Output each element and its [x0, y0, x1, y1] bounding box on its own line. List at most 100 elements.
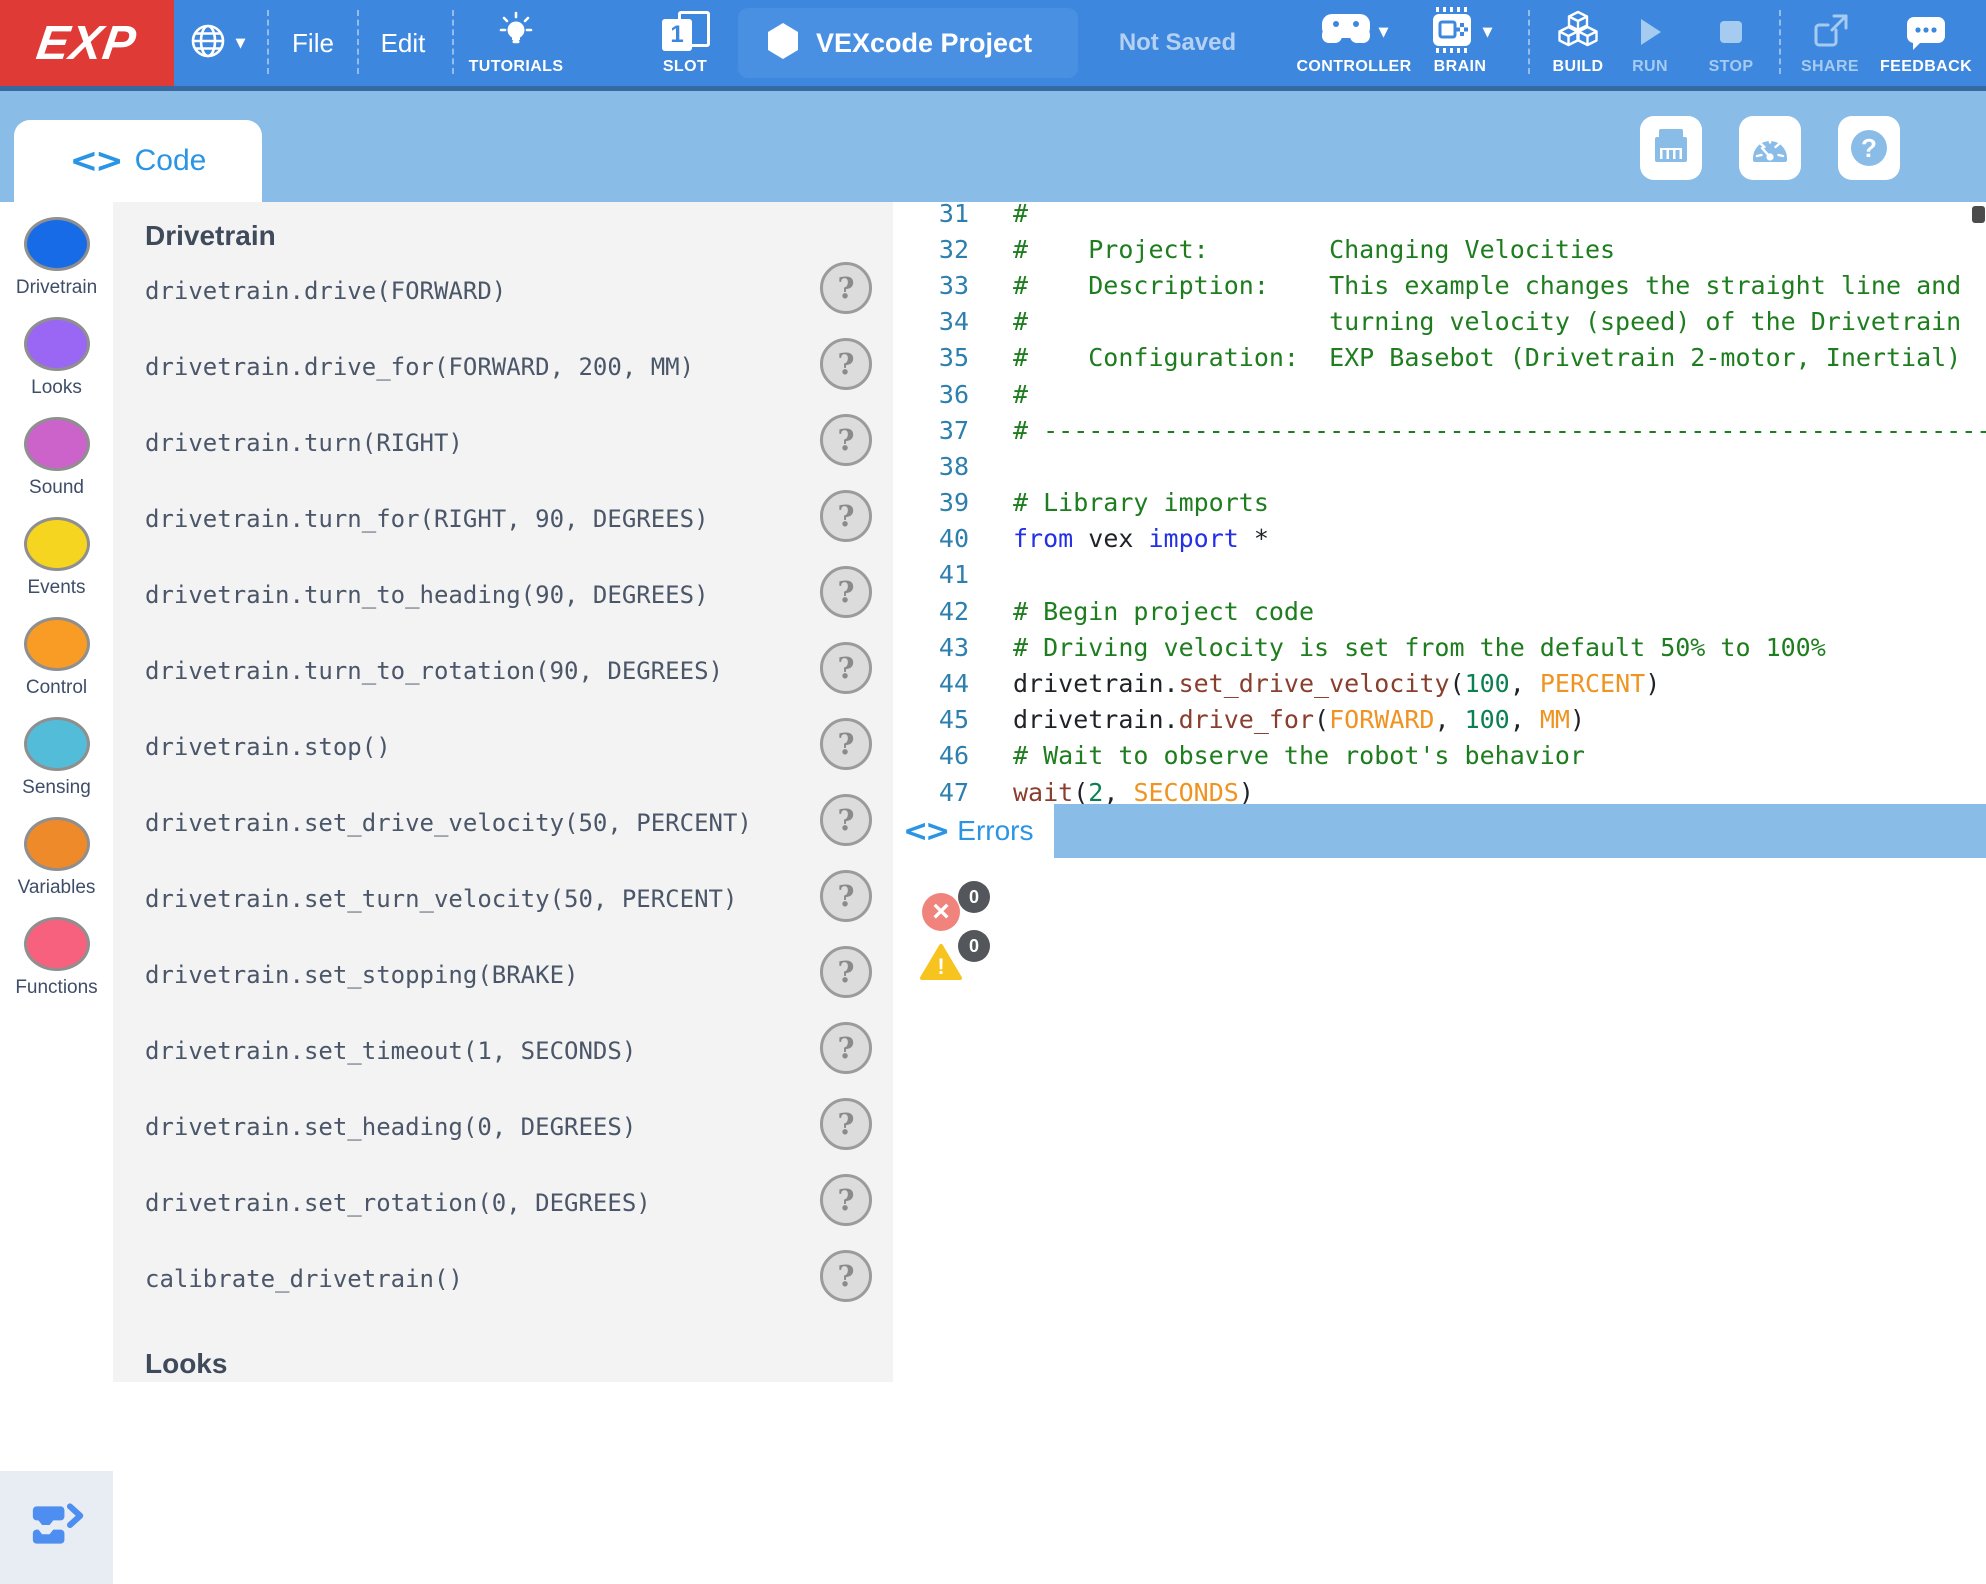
- sensing-category-icon: [24, 717, 90, 771]
- code-brackets-icon: <>: [903, 814, 947, 849]
- command-row[interactable]: drivetrain.set_timeout(1, SECONDS)?: [113, 1021, 893, 1081]
- sidebar-item-variables[interactable]: Variables: [0, 817, 113, 899]
- line-number: 45: [893, 705, 969, 734]
- stop-button[interactable]: STOP: [1686, 0, 1776, 86]
- sidebar-item-looks[interactable]: Looks: [0, 317, 113, 399]
- line-number: 43: [893, 633, 969, 662]
- command-help-button[interactable]: ?: [820, 1022, 872, 1074]
- sidebar-item-functions[interactable]: Functions: [0, 917, 113, 999]
- build-label: BUILD: [1553, 58, 1604, 76]
- share-label: SHARE: [1801, 58, 1859, 76]
- command-help-button[interactable]: ?: [820, 338, 872, 390]
- toolbar-divider: [1779, 10, 1781, 74]
- command-row[interactable]: drivetrain.set_heading(0, DEGREES)?: [113, 1097, 893, 1157]
- toolbar-divider: [452, 10, 454, 74]
- command-row[interactable]: drivetrain.set_rotation(0, DEGREES)?: [113, 1173, 893, 1233]
- blocks-toggle-icon: [26, 1499, 88, 1556]
- sidebar-item-control[interactable]: Control: [0, 617, 113, 699]
- command-help-button[interactable]: ?: [820, 870, 872, 922]
- file-menu-label: File: [292, 28, 334, 59]
- secondary-toolbar: <> Code: [0, 91, 1986, 202]
- tab-errors[interactable]: <> Errors: [893, 804, 1054, 858]
- feedback-button[interactable]: FEEDBACK: [1871, 0, 1981, 86]
- command-help-button[interactable]: ?: [820, 566, 872, 618]
- error-count-icon[interactable]: ×: [922, 893, 960, 931]
- globe-icon: [189, 22, 227, 65]
- section-title-drivetrain: Drivetrain: [145, 220, 276, 252]
- share-button[interactable]: SHARE: [1785, 0, 1875, 86]
- sidebar-item-label: Events: [27, 577, 85, 599]
- command-help-button[interactable]: ?: [820, 1250, 872, 1302]
- errors-tab-label: Errors: [957, 815, 1033, 847]
- controller-button[interactable]: ▼ CONTROLLER: [1289, 0, 1419, 86]
- line-number: 35: [893, 343, 969, 372]
- command-text: calibrate_drivetrain(): [145, 1265, 463, 1293]
- project-title-chip[interactable]: VEXcode Project: [738, 8, 1078, 78]
- switch-to-blocks-button[interactable]: [0, 1471, 113, 1584]
- command-help-button[interactable]: ?: [820, 946, 872, 998]
- sidebar-item-sensing[interactable]: Sensing: [0, 717, 113, 799]
- command-row[interactable]: drivetrain.stop()?: [113, 717, 893, 777]
- run-button[interactable]: RUN: [1610, 0, 1690, 86]
- vexcode-app: EXP ▼ File Edit: [0, 0, 1986, 1382]
- command-row[interactable]: drivetrain.set_drive_velocity(50, PERCEN…: [113, 793, 893, 853]
- command-help-button[interactable]: ?: [820, 718, 872, 770]
- command-text: drivetrain.set_stopping(BRAKE): [145, 961, 578, 989]
- build-cubes-icon: [1555, 10, 1601, 54]
- file-menu[interactable]: File: [273, 0, 353, 86]
- sidebar-item-sound[interactable]: Sound: [0, 417, 113, 499]
- command-help-button[interactable]: ?: [820, 1174, 872, 1226]
- command-row[interactable]: drivetrain.turn(RIGHT)?: [113, 413, 893, 473]
- command-text: drivetrain.turn(RIGHT): [145, 429, 463, 457]
- command-help-button[interactable]: ?: [820, 262, 872, 314]
- line-number: 32: [893, 235, 969, 264]
- command-row[interactable]: drivetrain.set_turn_velocity(50, PERCENT…: [113, 869, 893, 929]
- drivetrain-category-icon: [24, 217, 90, 271]
- code-editor[interactable]: 31#32# Project: Changing Velocities33# D…: [893, 202, 1986, 804]
- command-row[interactable]: drivetrain.drive(FORWARD)?: [113, 261, 893, 321]
- slot-number: 1: [662, 19, 692, 51]
- save-status: Not Saved: [1095, 0, 1260, 86]
- vertical-scrollbar-thumb[interactable]: [1972, 206, 1985, 223]
- command-help-button[interactable]: ?: [820, 1098, 872, 1150]
- svg-text:!: !: [937, 954, 944, 979]
- controller-label: CONTROLLER: [1296, 58, 1411, 76]
- chevron-down-icon: ▼: [1379, 25, 1389, 40]
- edit-menu[interactable]: Edit: [363, 0, 443, 86]
- code-line: 43# Driving velocity is set from the def…: [893, 629, 1986, 665]
- command-help-button[interactable]: ?: [820, 642, 872, 694]
- code-line: 36#: [893, 376, 1986, 412]
- errors-panel-body: × 0 ! 0: [893, 858, 1986, 1382]
- tab-code[interactable]: <> Code: [14, 120, 262, 202]
- control-category-icon: [24, 617, 90, 671]
- command-text: drivetrain.set_turn_velocity(50, PERCENT…: [145, 885, 737, 913]
- line-number: 44: [893, 669, 969, 698]
- command-text: drivetrain.stop(): [145, 733, 391, 761]
- command-row[interactable]: drivetrain.drive_for(FORWARD, 200, MM)?: [113, 337, 893, 397]
- sound-category-icon: [24, 417, 90, 471]
- command-row[interactable]: drivetrain.turn_to_heading(90, DEGREES)?: [113, 565, 893, 625]
- run-label: RUN: [1632, 58, 1668, 76]
- command-row[interactable]: drivetrain.set_stopping(BRAKE)?: [113, 945, 893, 1005]
- command-row[interactable]: drivetrain.turn_to_rotation(90, DEGREES)…: [113, 641, 893, 701]
- chevron-down-icon: ▼: [1483, 25, 1493, 40]
- events-category-icon: [24, 517, 90, 571]
- command-row[interactable]: drivetrain.turn_for(RIGHT, 90, DEGREES)?: [113, 489, 893, 549]
- command-help-button[interactable]: ?: [820, 490, 872, 542]
- command-help-button[interactable]: ?: [820, 794, 872, 846]
- command-help-button[interactable]: ?: [820, 414, 872, 466]
- brain-button[interactable]: ▼ BRAIN: [1410, 0, 1510, 86]
- device-port-button[interactable]: [1640, 116, 1702, 180]
- warning-count-badge: 0: [958, 930, 990, 962]
- dashboard-button[interactable]: [1739, 116, 1801, 180]
- help-button[interactable]: ?: [1838, 116, 1900, 180]
- sidebar-item-events[interactable]: Events: [0, 517, 113, 599]
- language-menu[interactable]: ▼: [172, 0, 262, 86]
- category-sidebar: Drivetrain Looks Sound Events Control Sensing…: [0, 202, 113, 1382]
- warning-count-icon[interactable]: !: [919, 943, 963, 981]
- tutorials-button[interactable]: TUTORIALS: [460, 0, 572, 86]
- command-row[interactable]: calibrate_drivetrain()?: [113, 1249, 893, 1309]
- looks-category-icon: [24, 317, 90, 371]
- sidebar-item-drivetrain[interactable]: Drivetrain: [0, 217, 113, 299]
- slot-button[interactable]: 1 SLOT: [640, 0, 730, 86]
